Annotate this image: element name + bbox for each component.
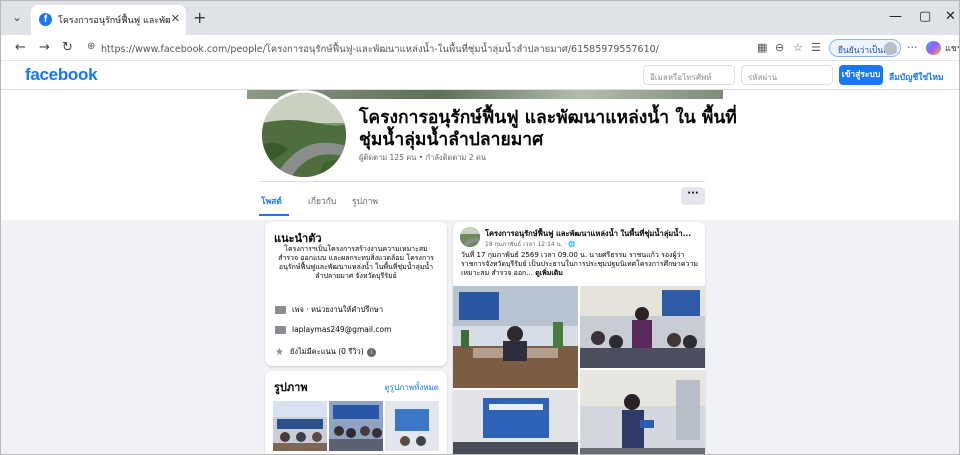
photos-heading: รูปภาพ [274,381,308,394]
email-icon [275,326,286,334]
email-row: laplaymas249@gmail.com [275,325,391,334]
page-title: โครงการอนุรักษ์ฟื้นฟู และพัฒนาแหล่งน้ำ ใ… [359,108,737,150]
zoom-icon[interactable]: ⊖ [775,41,784,54]
rating-text: ยังไม่มีคะแนน (0 รีวิว) [289,347,364,356]
new-tab-icon[interactable]: + [193,8,206,27]
info-icon[interactable]: i [366,347,376,357]
post-photo[interactable] [453,286,578,388]
address-toolbar: ← → ↻ ⊕ https://www.facebook.com/people/… [1,35,959,61]
star-icon: ★ [275,346,284,358]
browser-tab[interactable]: f โครงการอนุรักษ์ฟื้นฟู และพัฒนาแหล่งน้ำ… [31,5,186,35]
see-more-link[interactable]: ดูเพิ่มเติม [535,269,563,277]
post-text: วันที่ 17 กุมภาพันธ์ 2569 เวลา 09.00 น. … [461,251,701,278]
email-text[interactable]: laplaymas249@gmail.com [292,325,391,334]
tab-posts[interactable]: โพสต์ [261,194,282,208]
avatar-image [262,93,346,177]
profile-button[interactable]: ยืนยันว่าเป็นคุณ [829,39,901,57]
forgot-account-link[interactable]: ลืมบัญชีใช่ไหม [889,70,944,84]
rating-row: ★ ยังไม่มีคะแนน (0 รีวิว) i [275,346,376,358]
page-header: โครงการอนุรักษ์ฟื้นฟู และพัฒนาแหล่งน้ำ ใ… [1,90,959,220]
tab-title: โครงการอนุรักษ์ฟื้นฟู และพัฒนาแหล่งน้ำ ใ… [58,16,170,26]
forward-icon[interactable]: → [39,40,50,55]
facebook-header: facebook อีเมลหรือโทรศัพท์ รหัสผ่าน เข้า… [1,61,959,90]
header-divider [259,181,705,182]
page-avatar[interactable] [259,90,349,180]
intro-bio: โครงการฯเป็นโครงการสร้างงานความเหมาะสม ส… [278,245,434,280]
close-tab-icon[interactable]: ✕ [171,12,180,25]
password-field[interactable]: รหัสผ่าน [741,65,833,85]
profile-avatar [884,42,897,55]
post-avatar-image [460,227,480,247]
close-window-icon[interactable]: ✕ [945,9,956,24]
followers-count[interactable]: ผู้ติดตาม 125 คน • กำลังติดตาม 2 คน [359,152,486,164]
tab-photos[interactable]: รูปภาพ [352,194,378,208]
intro-card: แนะนำตัว โครงการฯเป็นโครงการสร้างงานความ… [265,222,447,366]
url-text: https://www.facebook.com/people/โครงการอ… [101,44,659,55]
category-text: เพจ · หน่วยงานให้คำปรึกษา [292,305,384,314]
post-photo-image [580,286,705,368]
post-body: วันที่ 17 กุมภาพันธ์ 2569 เวลา 09.00 น. … [461,251,699,277]
post-card: โครงการอนุรักษ์ฟื้นฟู และพัฒนาแหล่งน้ำ ใ… [453,222,705,454]
active-tab-indicator [259,214,289,216]
reload-icon[interactable]: ↻ [62,40,73,55]
login-button[interactable]: เข้าสู่ระบบ [839,65,883,85]
extra-label[interactable]: แชร [945,41,959,55]
post-photo-image [453,390,578,454]
category-row: เพจ · หน่วยงานให้คำปรึกษา [275,304,383,316]
facebook-favicon-icon: f [39,13,52,26]
post-photo[interactable] [580,370,705,454]
post-timestamp[interactable]: 18 กุมภาพันธ์ เวลา 12:14 น. · 🌐 [485,239,576,249]
post-author-avatar[interactable] [460,227,480,247]
email-field[interactable]: อีเมลหรือโทรศัพท์ [643,65,735,85]
favorite-star-icon[interactable]: ☆ [793,41,803,54]
post-photo[interactable] [453,390,578,454]
photo-thumbnail[interactable] [329,401,383,451]
see-all-photos-link[interactable]: ดูรูปภาพทั้งหมด [384,381,439,394]
reader-view-icon[interactable]: ▦ [757,41,767,54]
tab-about[interactable]: เกี่ยวกับ [308,194,336,208]
post-photo-image [453,286,578,388]
more-options-button[interactable]: ··· [681,187,705,205]
photo-thumbnail[interactable] [385,401,439,451]
page-category-icon [275,306,286,314]
url-field[interactable]: ⊕ https://www.facebook.com/people/โครงกา… [84,39,724,57]
more-menu-icon[interactable]: ··· [907,41,918,54]
copilot-icon[interactable] [926,41,941,55]
favorites-list-icon[interactable]: ☰ [811,41,821,54]
facebook-logo[interactable]: facebook [25,65,98,85]
site-info-icon[interactable]: ⊕ [87,41,95,52]
tab-list-chevron-icon[interactable]: ⌄ [9,10,25,26]
photos-card: รูปภาพ ดูรูปภาพทั้งหมด [265,371,447,454]
maximize-icon[interactable]: ▢ [919,9,931,24]
tab-strip: ⌄ f โครงการอนุรักษ์ฟื้นฟู และพัฒนาแหล่งน… [1,1,959,35]
minimize-icon[interactable]: — [889,9,902,24]
back-icon[interactable]: ← [15,40,26,55]
photo-thumbnail[interactable] [273,401,327,451]
post-photo-image [580,370,705,454]
post-photo[interactable] [580,286,705,368]
browser-window: ⌄ f โครงการอนุรักษ์ฟื้นฟู และพัฒนาแหล่งน… [0,0,960,455]
